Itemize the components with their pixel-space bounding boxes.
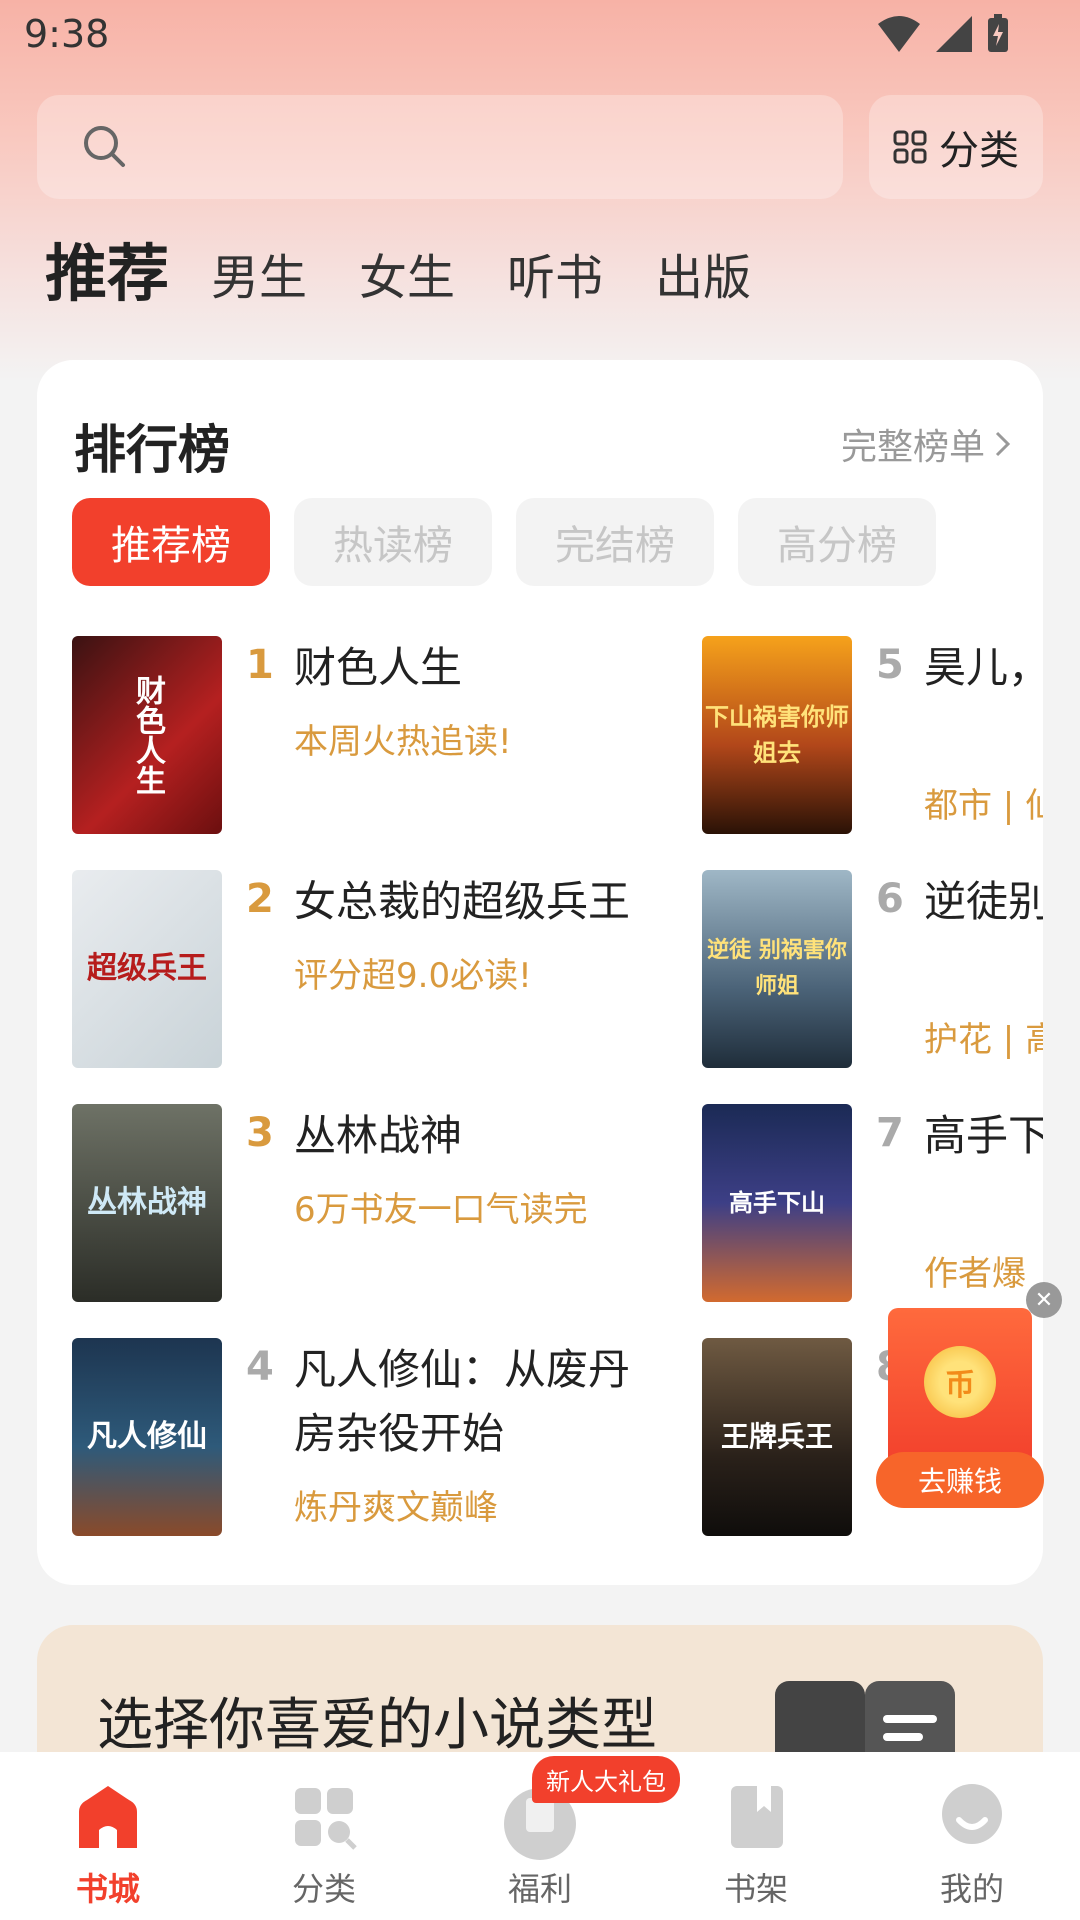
status-bar: 9:38 [0,0,1080,72]
tab-recommend[interactable]: 推荐 [45,238,169,310]
nav-profile[interactable]: 我的 [864,1752,1080,1920]
bottom-nav: 书城 分类 福利 新人大礼包 书架 我的 [0,1752,1080,1920]
book-tag: 都市 | 仙 [924,786,1043,826]
book-tag: 评分超9.0必读! [294,956,532,996]
wifi-icon [878,16,920,52]
category-label: 分类 [939,128,1019,174]
nav-label: 福利 [507,1870,572,1908]
book-title: 昊儿，师姐去 [924,643,1043,692]
genre-title: 选择你喜爱的小说类型 [97,1693,657,1758]
battery-icon [988,14,1008,52]
book-title: 逆徒别姐，下 [924,877,1043,926]
status-icons [876,14,1010,54]
nav-label: 书架 [723,1870,788,1908]
book-item[interactable]: 逆徒 别祸害你师姐 6 逆徒别姐，下 护花 | 高 [702,870,1043,1068]
nav-welfare[interactable]: 福利 新人大礼包 [432,1752,680,1920]
book-tag: 炼丹爽文巅峰 [294,1488,498,1528]
earn-money-button[interactable]: 去赚钱 [876,1452,1044,1508]
search-icon [84,126,125,167]
full-ranking-link[interactable]: 完整榜单 [841,418,1013,470]
book-title: 财色人生 [294,643,463,692]
rank-number: 6 [876,876,904,922]
tab-audio[interactable]: 听书 [507,246,603,310]
tab-publish[interactable]: 出版 [655,246,751,310]
category-icon [295,1788,357,1850]
rank-number: 4 [246,1344,274,1390]
ranking-chips: 推荐榜 热读榜 完结榜 高分榜 [72,498,936,586]
rank-number: 1 [246,642,274,688]
close-icon[interactable]: ✕ [1026,1282,1062,1318]
top-tabs: 推荐 男生 女生 听书 出版 [45,238,803,310]
book-cover: 高手下山 [702,1104,852,1302]
book-item[interactable]: 凡人修仙 4 凡人修仙：从废丹房杂役开始 炼丹爽文巅峰 [72,1338,630,1536]
rank-number: 7 [876,1110,904,1156]
signal-icon [936,16,972,52]
nav-bookshelf[interactable]: 书架 [648,1752,864,1920]
search-input[interactable] [37,95,843,199]
book-cover: 超级兵王 [72,870,222,1068]
nav-label: 书城 [75,1870,140,1908]
book-tag: 本周火热追读! [294,722,512,762]
ranking-title: 排行榜 [74,421,231,481]
book-cover: 下山祸害你师姐去 [702,636,852,834]
book-cover: 凡人修仙 [72,1338,222,1536]
status-time: 9:38 [24,12,110,56]
book-cover: 丛林战神 [72,1104,222,1302]
nav-label: 分类 [291,1870,356,1908]
book-item[interactable]: 下山祸害你师姐去 5 昊儿，师姐去 都市 | 仙 [702,636,1043,834]
grid-icon [893,130,927,164]
rank-number: 3 [246,1110,274,1156]
book-title: 高手下通天， [924,1111,1043,1160]
full-ranking-label: 完整榜单 [840,427,985,468]
category-button[interactable]: 分类 [869,95,1043,199]
rank-number: 2 [246,876,274,922]
nav-bookstore[interactable]: 书城 [0,1752,216,1920]
bookshelf-icon [731,1786,783,1848]
book-title: 丛林战神 [294,1111,463,1160]
rank-number: 5 [876,642,904,688]
book-tag: 作者爆 [924,1254,1026,1294]
book-cover: 逆徒 别祸害你师姐 [702,870,852,1068]
nav-category[interactable]: 分类 [216,1752,432,1920]
nav-label: 我的 [939,1870,1004,1908]
book-cover: 王牌兵王 [702,1338,852,1536]
book-item[interactable]: 财色人生 1 财色人生 本周火热追读! [72,636,592,834]
chip-complete[interactable]: 完结榜 [516,498,714,586]
tab-female[interactable]: 女生 [359,246,455,310]
book-item[interactable]: 丛林战神 3 丛林战神 6万书友一口气读完 [72,1104,592,1302]
chevron-right-icon [995,431,1011,457]
book-title: 女总裁的超级兵王 [294,877,631,926]
chip-recommend[interactable]: 推荐榜 [72,498,270,586]
book-cover: 财色人生 [72,636,222,834]
earn-money-widget[interactable]: 币 去赚钱 ✕ [876,1282,1062,1508]
tab-male[interactable]: 男生 [211,246,307,310]
book-tag: 6万书友一口气读完 [294,1190,588,1230]
book-item[interactable]: 高手下山 7 高手下通天， 作者爆 [702,1104,1043,1302]
chip-hot[interactable]: 热读榜 [294,498,492,586]
chip-top-rated[interactable]: 高分榜 [738,498,936,586]
book-item[interactable]: 超级兵王 2 女总裁的超级兵王 评分超9.0必读! [72,870,630,1068]
book-title: 凡人修仙：从废丹房杂役开始 [294,1345,631,1458]
coin-icon: 币 [924,1346,996,1418]
profile-icon [942,1784,1002,1844]
home-icon [79,1786,137,1848]
book-tag: 护花 | 高 [924,1020,1043,1060]
